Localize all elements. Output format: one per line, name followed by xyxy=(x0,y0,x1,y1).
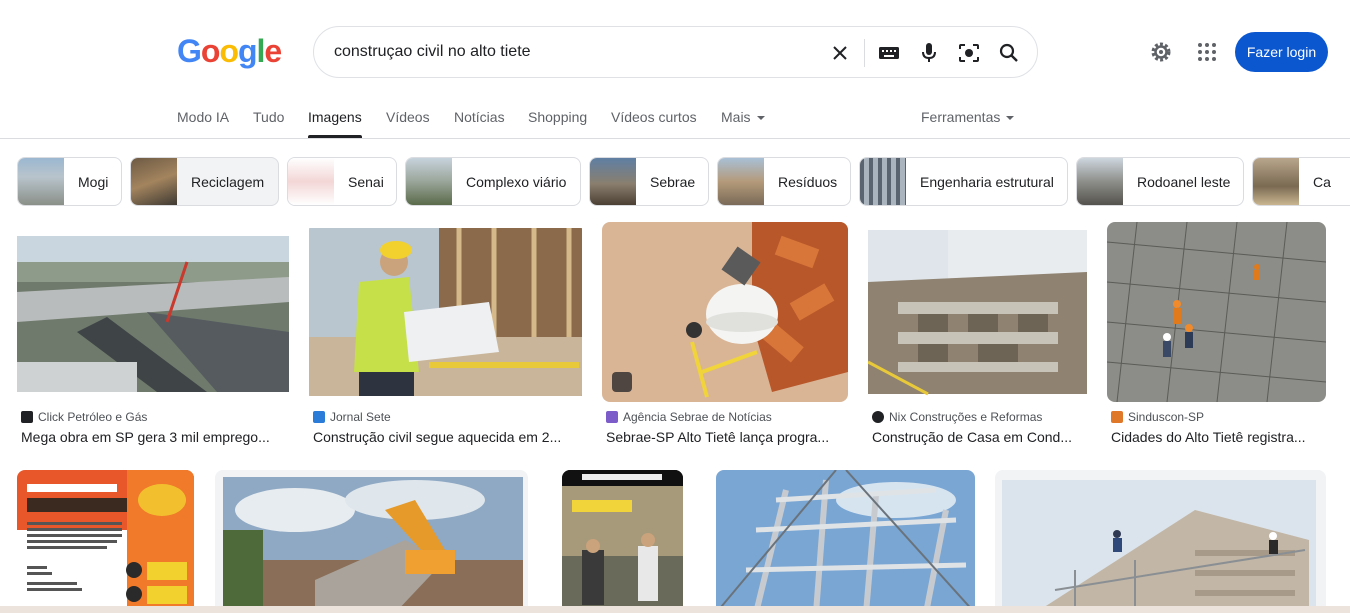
tab-videos[interactable]: Vídeos xyxy=(386,109,430,125)
result-thumbnail[interactable] xyxy=(17,222,289,402)
chip-thumbnail xyxy=(18,158,64,205)
chip-thumbnail xyxy=(131,158,177,205)
result-source-name: Agência Sebrae de Notícias xyxy=(623,410,772,424)
chip-label: Reciclagem xyxy=(191,173,265,190)
favicon-icon xyxy=(21,411,33,423)
image-result[interactable]: Jornal Sete Construção civil segue aquec… xyxy=(309,222,582,452)
logo-letter: g xyxy=(237,33,258,69)
result-source-name: Click Petróleo e Gás xyxy=(38,410,148,424)
result-thumbnail[interactable] xyxy=(17,470,194,613)
result-title[interactable]: Construção civil segue aquecida em 2... xyxy=(313,429,579,445)
favicon-icon xyxy=(606,411,618,423)
chip-thumbnail xyxy=(590,158,636,205)
filter-chips: Mogi Reciclagem Senai Complexo viário Se… xyxy=(0,157,1350,207)
settings-gear-icon[interactable] xyxy=(1147,38,1175,66)
logo-letter: l xyxy=(256,33,266,69)
result-source[interactable]: Sinduscon-SP xyxy=(1111,410,1204,424)
tab-modo-ia[interactable]: Modo IA xyxy=(177,109,229,125)
result-source-name: Nix Construções e Reformas xyxy=(889,410,1043,424)
chip-thumbnail xyxy=(406,158,452,205)
chevron-down-icon xyxy=(1006,116,1015,121)
chip-thumbnail xyxy=(718,158,764,205)
chip-reciclagem[interactable]: Reciclagem xyxy=(130,157,279,206)
result-thumbnail[interactable] xyxy=(1107,222,1326,402)
chip-thumbnail xyxy=(1077,158,1123,205)
search-box[interactable]: construçao civil no alto tiete xyxy=(313,26,1038,78)
image-result[interactable]: Nix Construções e Reformas Construção de… xyxy=(868,222,1087,452)
apps-grid-icon[interactable] xyxy=(1193,38,1221,66)
result-thumbnail[interactable] xyxy=(309,222,582,402)
result-source-name: Sinduscon-SP xyxy=(1128,410,1205,424)
logo-letter: o xyxy=(200,33,221,69)
chip-thumbnail xyxy=(288,158,334,205)
chip-residuos[interactable]: Resíduos xyxy=(717,157,851,206)
chip-label: Resíduos xyxy=(778,173,838,190)
result-source[interactable]: Nix Construções e Reformas xyxy=(872,410,1042,424)
chip-label: Complexo viário xyxy=(466,173,567,190)
search-icon[interactable] xyxy=(995,39,1023,67)
result-source[interactable]: Click Petróleo e Gás xyxy=(21,410,147,424)
search-input[interactable]: construçao civil no alto tiete xyxy=(334,43,531,61)
tab-videos-curtos[interactable]: Vídeos curtos xyxy=(611,109,697,125)
tab-imagens[interactable]: Imagens xyxy=(308,109,362,125)
result-source[interactable]: Agência Sebrae de Notícias xyxy=(606,410,772,424)
keyboard-icon[interactable] xyxy=(875,39,903,67)
chip-complexo-viario[interactable]: Complexo viário xyxy=(405,157,581,206)
result-source[interactable]: Jornal Sete xyxy=(313,410,391,424)
chip-mogi[interactable]: Mogi xyxy=(17,157,122,206)
result-thumbnail[interactable] xyxy=(215,470,528,613)
chevron-down-icon xyxy=(756,116,765,121)
camera-lens-icon[interactable] xyxy=(955,39,983,67)
tab-mais-label: Mais xyxy=(721,109,751,125)
logo-letter: o xyxy=(219,33,239,69)
search-divider xyxy=(864,39,865,67)
google-logo[interactable]: Google xyxy=(177,33,282,70)
tab-tudo[interactable]: Tudo xyxy=(253,109,284,125)
tab-mais[interactable]: Mais xyxy=(721,109,765,125)
chip-label: Rodoanel leste xyxy=(1137,173,1231,190)
microphone-icon[interactable] xyxy=(915,39,943,67)
favicon-icon xyxy=(1111,411,1123,423)
image-result[interactable]: Agência Sebrae de Notícias Sebrae-SP Alt… xyxy=(602,222,848,452)
result-thumbnail[interactable] xyxy=(602,222,848,402)
favicon-icon xyxy=(872,411,884,423)
result-thumbnail[interactable] xyxy=(995,470,1326,613)
chip-label: Sebrae xyxy=(650,173,696,190)
logo-letter: e xyxy=(264,33,282,69)
chip-senai[interactable]: Senai xyxy=(287,157,397,206)
tab-shopping[interactable]: Shopping xyxy=(528,109,587,125)
result-title[interactable]: Construção de Casa em Cond... xyxy=(872,429,1085,445)
tab-noticias[interactable]: Notícias xyxy=(454,109,505,125)
search-tabs: Modo IA Tudo Imagens Vídeos Notícias Sho… xyxy=(0,100,1350,139)
chip-engenharia-estrutural[interactable]: Engenharia estrutural xyxy=(859,157,1068,206)
tools-button[interactable]: Ferramentas xyxy=(921,109,1015,125)
favicon-icon xyxy=(313,411,325,423)
chip-label: Mogi xyxy=(78,173,109,190)
result-title[interactable]: Mega obra em SP gera 3 mil emprego... xyxy=(21,429,287,445)
image-result[interactable]: Click Petróleo e Gás Mega obra em SP ger… xyxy=(17,222,289,452)
chip-label: Senai xyxy=(348,173,384,190)
chip-sebrae[interactable]: Sebrae xyxy=(589,157,709,206)
chip-thumbnail xyxy=(1253,158,1299,205)
bottom-strip xyxy=(0,606,1350,613)
result-source-name: Jornal Sete xyxy=(330,410,391,424)
result-thumbnail[interactable] xyxy=(716,470,975,613)
result-thumbnail[interactable] xyxy=(868,222,1087,402)
chip-label: Ca xyxy=(1313,173,1331,190)
result-thumbnail[interactable] xyxy=(562,470,683,613)
chip-thumbnail xyxy=(860,158,906,205)
chip-ca[interactable]: Ca xyxy=(1252,157,1350,206)
active-tab-indicator xyxy=(308,135,362,138)
result-title[interactable]: Sebrae-SP Alto Tietê lança progra... xyxy=(606,429,846,445)
tools-label: Ferramentas xyxy=(921,109,1001,125)
chip-rodoanel-leste[interactable]: Rodoanel leste xyxy=(1076,157,1244,206)
logo-letter: G xyxy=(177,33,202,69)
login-button[interactable]: Fazer login xyxy=(1235,32,1328,72)
result-title[interactable]: Cidades do Alto Tietê registra... xyxy=(1111,429,1324,445)
header: Google construçao civil no alto tiete Fa… xyxy=(0,0,1350,100)
image-result[interactable]: Sinduscon-SP Cidades do Alto Tietê regis… xyxy=(1107,222,1326,452)
image-badge-icon xyxy=(612,372,632,392)
chip-label: Engenharia estrutural xyxy=(920,173,1054,190)
clear-icon[interactable] xyxy=(826,39,854,67)
